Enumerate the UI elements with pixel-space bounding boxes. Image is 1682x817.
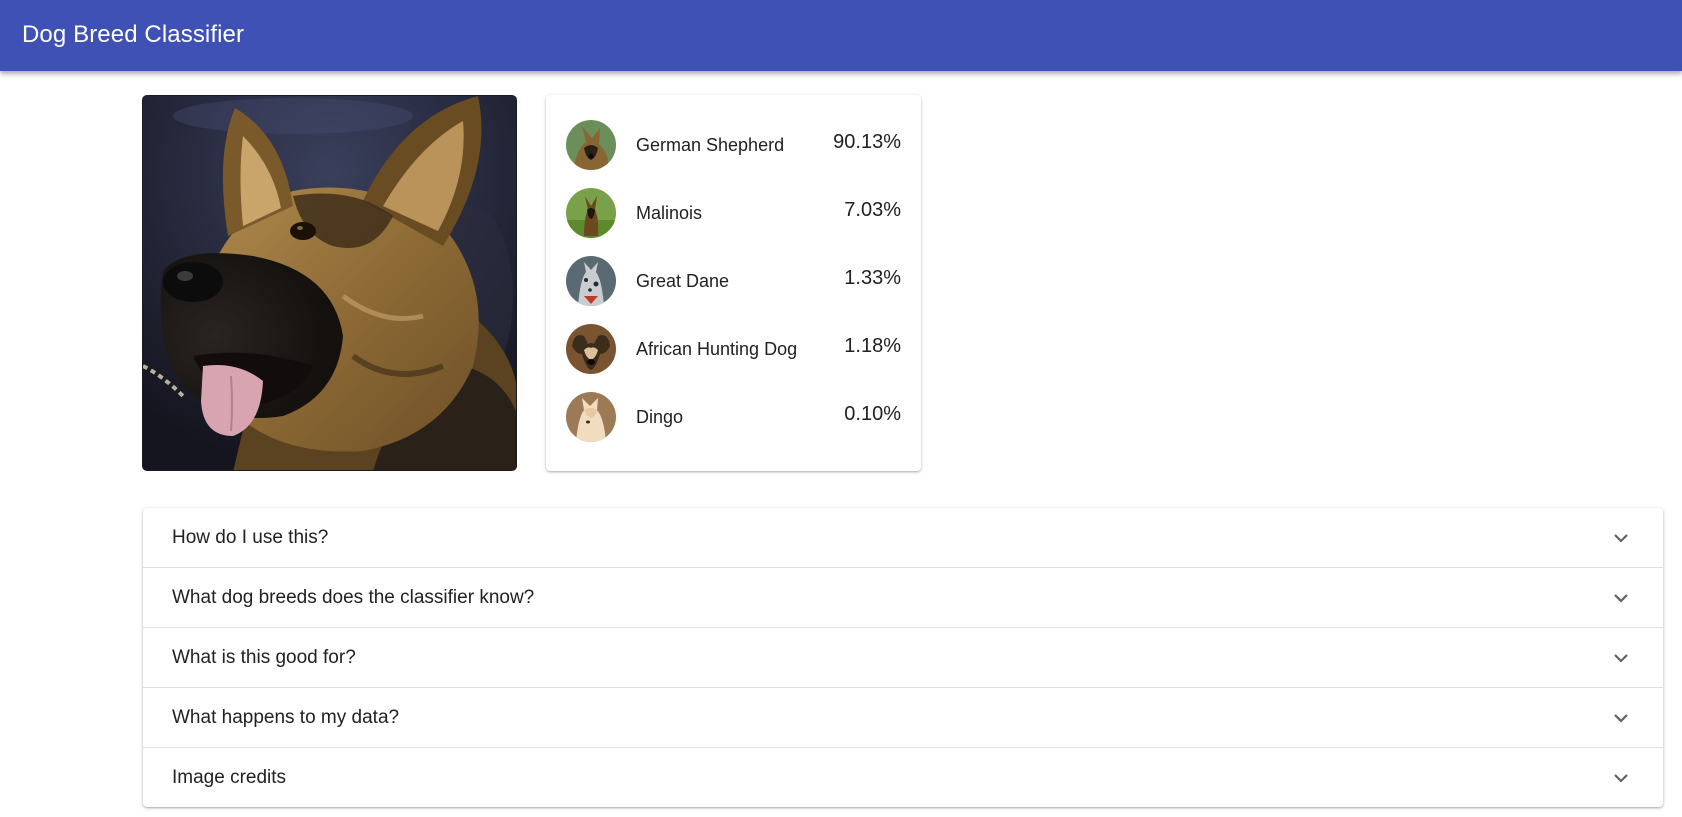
prediction-row: German Shepherd 90.13%	[566, 119, 901, 171]
faq-question: What is this good for?	[172, 646, 356, 668]
german-shepherd-photo	[143, 96, 516, 470]
prediction-row: Malinois 7.03%	[566, 187, 901, 239]
faq-question: Image credits	[172, 766, 287, 788]
chevron-down-icon[interactable]	[1609, 706, 1633, 730]
faq-item-how-to-use[interactable]: How do I use this?	[143, 508, 1663, 567]
prediction-row: African Hunting Dog 1.18%	[566, 323, 901, 375]
faq-question: What dog breeds does the classifier know…	[172, 586, 535, 608]
breed-probability: 90.13%	[833, 130, 901, 153]
predictions-card: German Shepherd 90.13% Malinois 7.03% Gr…	[546, 95, 921, 471]
breed-probability: 7.03%	[844, 198, 901, 221]
malinois-avatar	[566, 188, 616, 238]
faq-accordion: How do I use this? What dog breeds does …	[143, 508, 1663, 807]
great-dane-avatar	[566, 256, 616, 306]
breed-probability: 1.18%	[844, 334, 901, 357]
dingo-avatar	[566, 392, 616, 442]
faq-question: What happens to my data?	[172, 706, 400, 728]
chevron-down-icon[interactable]	[1609, 526, 1633, 550]
breed-name: African Hunting Dog	[636, 338, 798, 359]
app-bar: Dog Breed Classifier	[0, 0, 1682, 71]
chevron-down-icon[interactable]	[1609, 766, 1633, 790]
breed-name: Malinois	[636, 202, 703, 223]
prediction-row: Dingo 0.10%	[566, 391, 901, 443]
african-hunting-dog-avatar	[566, 324, 616, 374]
breed-name: German Shepherd	[636, 134, 785, 155]
app-title: Dog Breed Classifier	[22, 20, 245, 48]
breed-name: Dingo	[636, 406, 684, 427]
faq-question: How do I use this?	[172, 526, 329, 548]
faq-item-image-credits[interactable]: Image credits	[143, 747, 1663, 807]
german-shepherd-avatar	[566, 120, 616, 170]
breed-name: Great Dane	[636, 270, 730, 291]
chevron-down-icon[interactable]	[1609, 586, 1633, 610]
faq-item-good-for[interactable]: What is this good for?	[143, 627, 1663, 687]
breed-probability: 1.33%	[844, 266, 901, 289]
chevron-down-icon[interactable]	[1609, 646, 1633, 670]
uploaded-dog-image[interactable]	[142, 95, 517, 471]
prediction-row: Great Dane 1.33%	[566, 255, 901, 307]
faq-item-dog-breeds[interactable]: What dog breeds does the classifier know…	[143, 567, 1663, 627]
faq-item-my-data[interactable]: What happens to my data?	[143, 687, 1663, 747]
breed-probability: 0.10%	[844, 402, 901, 425]
